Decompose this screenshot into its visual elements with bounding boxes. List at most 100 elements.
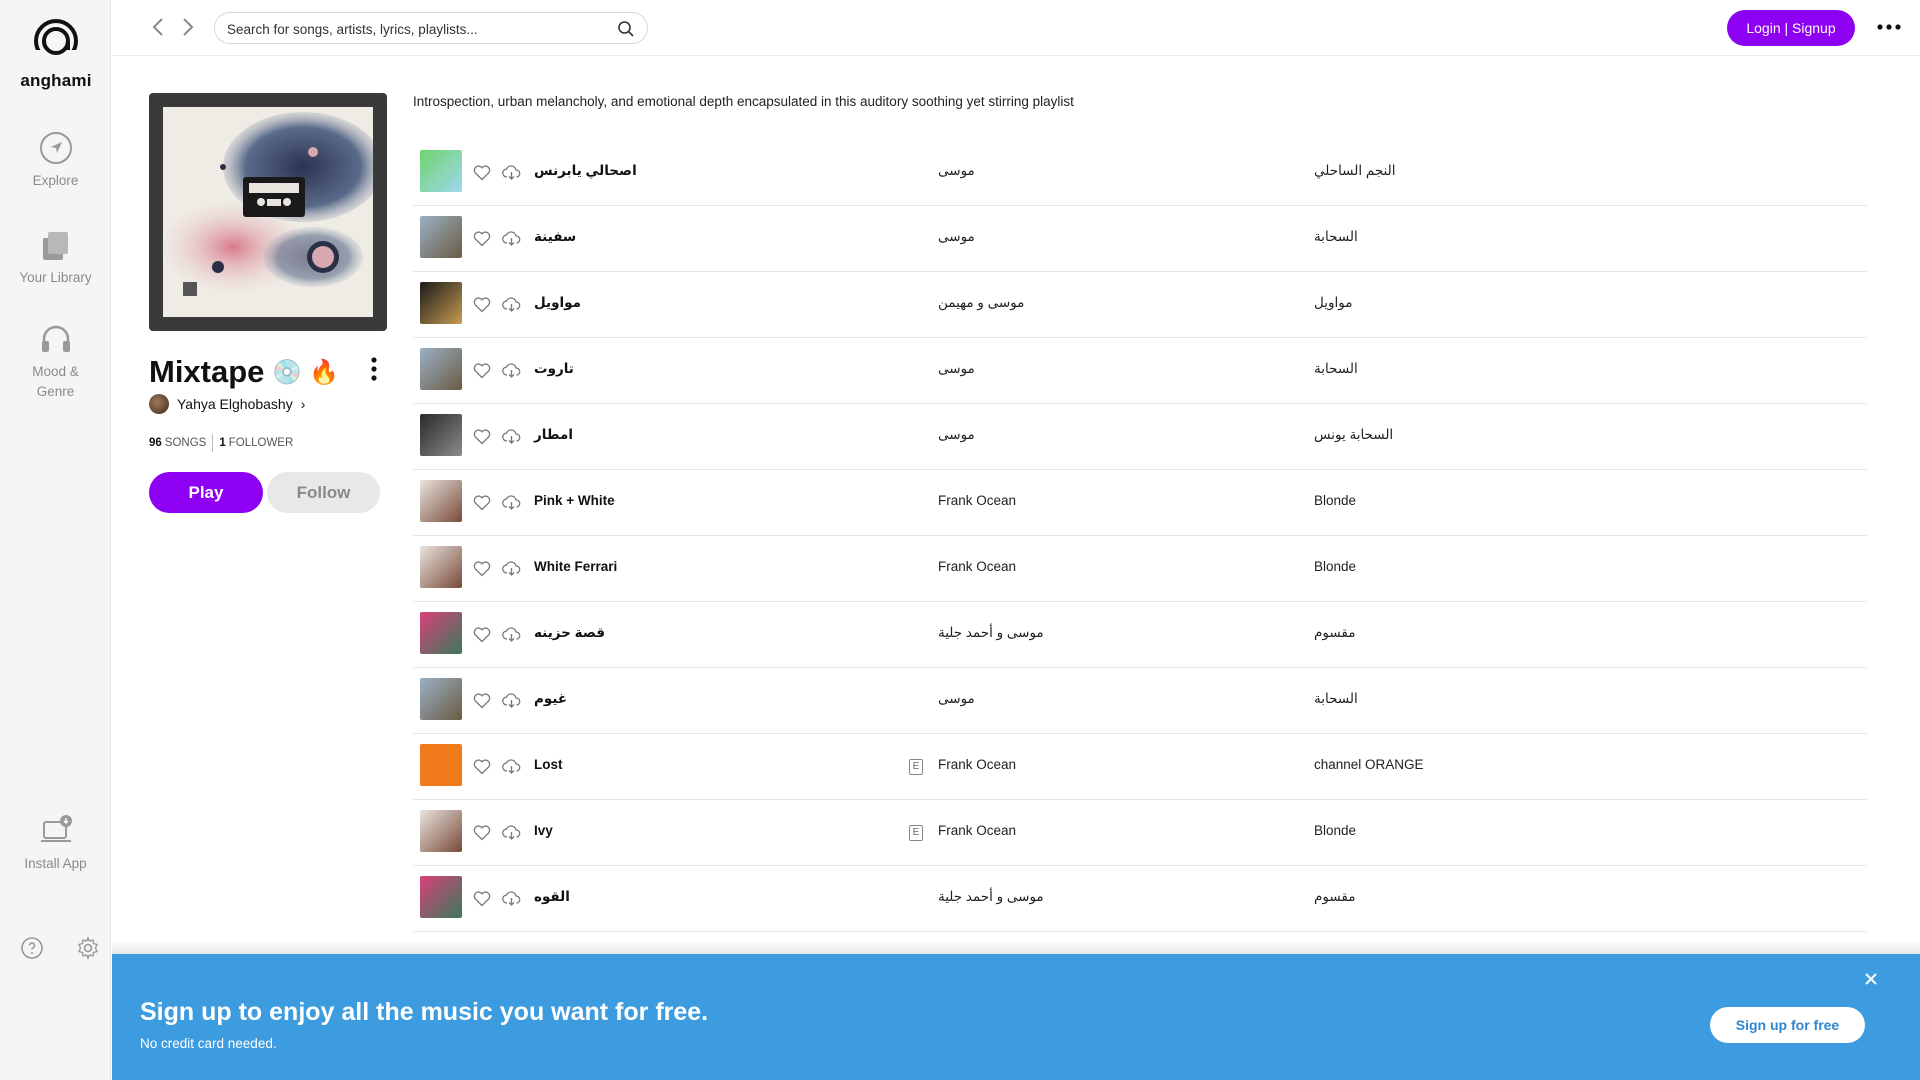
signup-free-button[interactable]: Sign up for free	[1710, 1007, 1865, 1043]
sidebar-item-mood-genre[interactable]: Mood & Genre	[0, 322, 111, 402]
track-album[interactable]: السحابة	[1314, 691, 1358, 707]
download-icon[interactable]	[502, 890, 521, 907]
help-icon[interactable]	[20, 936, 44, 960]
track-row[interactable]: Ivy E Frank Ocean Blonde	[413, 800, 1867, 866]
explicit-badge: E	[909, 825, 923, 841]
track-row[interactable]: White Ferrari Frank Ocean Blonde	[413, 536, 1867, 602]
download-icon[interactable]	[502, 824, 521, 841]
track-title[interactable]: امطار	[534, 427, 573, 443]
playlist-owner[interactable]: Yahya Elghobashy ›	[149, 394, 305, 414]
track-row[interactable]: سفينة موسى السحابة	[413, 206, 1867, 272]
track-row[interactable]: مواويل موسى و مهيمن مواويل	[413, 272, 1867, 338]
track-album[interactable]: Blonde	[1314, 559, 1356, 574]
heart-icon[interactable]	[473, 692, 491, 709]
heart-icon[interactable]	[473, 626, 491, 643]
track-artist[interactable]: موسى	[938, 361, 975, 377]
track-row[interactable]: اصحالي يابرنس موسى النجم الساحلي	[413, 140, 1867, 206]
track-row[interactable]: قصة حزينه موسى و أحمد جلية مقسوم	[413, 602, 1867, 668]
track-artwork	[420, 612, 462, 654]
track-row[interactable]: امطار موسى السحابة يونس	[413, 404, 1867, 470]
track-title[interactable]: قصة حزينه	[534, 625, 605, 641]
download-icon[interactable]	[502, 362, 521, 379]
download-icon[interactable]	[502, 758, 521, 775]
download-icon[interactable]	[502, 428, 521, 445]
playlist-cover	[149, 93, 387, 331]
track-artist[interactable]: Frank Ocean	[938, 823, 1016, 838]
track-album[interactable]: السحابة	[1314, 361, 1358, 377]
follow-button[interactable]: Follow	[267, 472, 380, 513]
sidebar-bottom-icons	[20, 936, 100, 960]
heart-icon[interactable]	[473, 428, 491, 445]
track-album[interactable]: channel ORANGE	[1314, 757, 1424, 772]
download-icon[interactable]	[502, 560, 521, 577]
heart-icon[interactable]	[473, 230, 491, 247]
track-artist[interactable]: موسى	[938, 691, 975, 707]
track-row[interactable]: تاروت موسى السحابة	[413, 338, 1867, 404]
track-album[interactable]: السحابة	[1314, 229, 1358, 245]
heart-icon[interactable]	[473, 494, 491, 511]
track-title[interactable]: تاروت	[534, 361, 574, 377]
track-album[interactable]: السحابة يونس	[1314, 427, 1393, 443]
track-artwork	[420, 348, 462, 390]
followers-count: 1	[219, 437, 226, 449]
track-title[interactable]: Pink + White	[534, 493, 615, 508]
track-album[interactable]: مقسوم	[1314, 889, 1355, 905]
track-artwork	[420, 480, 462, 522]
track-artist[interactable]: موسى و مهيمن	[938, 295, 1024, 311]
track-title[interactable]: White Ferrari	[534, 559, 617, 574]
search-icon[interactable]	[617, 20, 635, 38]
sidebar-item-library[interactable]: Your Library	[0, 228, 111, 288]
search-input[interactable]	[227, 19, 607, 39]
track-artist[interactable]: موسى	[938, 229, 975, 245]
track-title[interactable]: غيوم	[534, 691, 567, 707]
logo[interactable]: anghami	[16, 18, 96, 91]
track-album[interactable]: Blonde	[1314, 493, 1356, 508]
followers-label: FOLLOWER	[228, 437, 294, 449]
play-button[interactable]: Play	[149, 472, 263, 513]
heart-icon[interactable]	[473, 296, 491, 313]
login-signup-button[interactable]: Login | Signup	[1727, 10, 1855, 46]
track-title[interactable]: سفينة	[534, 229, 576, 245]
owner-name: Yahya Elghobashy	[177, 396, 293, 412]
track-album[interactable]: Blonde	[1314, 823, 1356, 838]
heart-icon[interactable]	[473, 758, 491, 775]
track-title[interactable]: Lost	[534, 757, 563, 772]
track-artist[interactable]: موسى و أحمد جلية	[938, 889, 1044, 905]
track-artist[interactable]: موسى	[938, 163, 975, 179]
track-title[interactable]: Ivy	[534, 823, 553, 838]
track-artist[interactable]: Frank Ocean	[938, 559, 1016, 574]
download-icon[interactable]	[502, 626, 521, 643]
back-arrow-icon[interactable]	[148, 15, 170, 39]
download-icon[interactable]	[502, 692, 521, 709]
track-album[interactable]: مواويل	[1314, 295, 1352, 311]
track-title[interactable]: مواويل	[534, 295, 581, 311]
track-row[interactable]: القوه موسى و أحمد جلية مقسوم	[413, 866, 1867, 932]
track-title[interactable]: القوه	[534, 889, 570, 905]
track-row[interactable]: Lost E Frank Ocean channel ORANGE	[413, 734, 1867, 800]
heart-icon[interactable]	[473, 164, 491, 181]
track-row[interactable]: Pink + White Frank Ocean Blonde	[413, 470, 1867, 536]
gear-icon[interactable]	[76, 936, 100, 960]
track-artist[interactable]: موسى	[938, 427, 975, 443]
download-icon[interactable]	[502, 296, 521, 313]
heart-icon[interactable]	[473, 362, 491, 379]
track-album[interactable]: النجم الساحلي	[1314, 163, 1395, 179]
forward-arrow-icon[interactable]	[176, 15, 198, 39]
track-album[interactable]: مقسوم	[1314, 625, 1355, 641]
heart-icon[interactable]	[473, 890, 491, 907]
playlist-options-icon[interactable]	[368, 356, 380, 382]
more-options-icon[interactable]	[1874, 14, 1904, 40]
track-artist[interactable]: Frank Ocean	[938, 757, 1016, 772]
track-artist[interactable]: Frank Ocean	[938, 493, 1016, 508]
sidebar-item-install-app[interactable]: Install App	[0, 814, 111, 874]
track-artist[interactable]: موسى و أحمد جلية	[938, 625, 1044, 641]
track-title[interactable]: اصحالي يابرنس	[534, 163, 637, 179]
download-icon[interactable]	[502, 164, 521, 181]
close-icon[interactable]	[1864, 972, 1878, 986]
sidebar-item-explore[interactable]: Explore	[0, 131, 111, 191]
heart-icon[interactable]	[473, 824, 491, 841]
download-icon[interactable]	[502, 230, 521, 247]
download-icon[interactable]	[502, 494, 521, 511]
track-row[interactable]: غيوم موسى السحابة	[413, 668, 1867, 734]
heart-icon[interactable]	[473, 560, 491, 577]
